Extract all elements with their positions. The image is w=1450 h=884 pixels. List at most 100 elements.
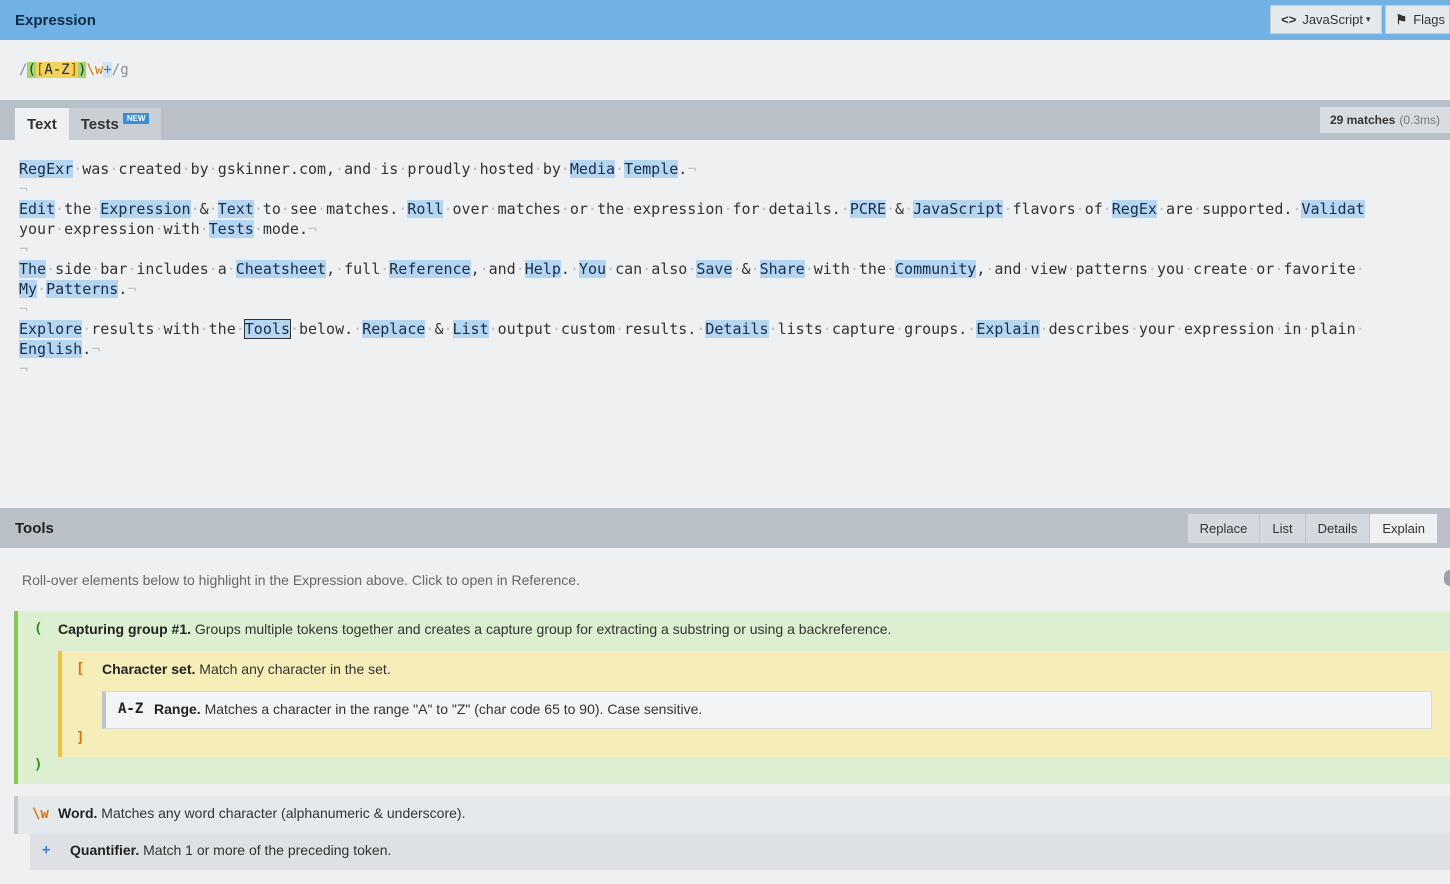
- space-marker: ·: [1129, 320, 1139, 338]
- match-highlight[interactable]: English: [19, 340, 83, 358]
- space-marker: ·: [37, 280, 47, 298]
- space-marker: ·: [1147, 260, 1157, 278]
- word-token[interactable]: \w: [86, 62, 103, 78]
- match-highlight[interactable]: Media: [569, 160, 616, 178]
- match-highlight[interactable]: Cheatsheet: [235, 260, 327, 278]
- text-segment: are: [1165, 200, 1194, 218]
- match-highlight[interactable]: The: [19, 260, 47, 278]
- line-end-marker: ¬: [91, 340, 101, 358]
- match-highlight[interactable]: Replace: [362, 320, 426, 338]
- group-token[interactable]: ([A-Z]): [27, 62, 87, 78]
- caret-down-icon: ▾: [1366, 14, 1371, 24]
- expression-input[interactable]: / ([A-Z]) \w + / g: [0, 40, 1450, 100]
- set-close-symbol: ]: [76, 730, 85, 746]
- explain-quantifier[interactable]: + Quantifier. Match 1 or more of the pre…: [30, 834, 1450, 870]
- space-marker: ·: [822, 320, 832, 338]
- match-highlight[interactable]: Tests: [208, 220, 254, 238]
- text-segment: below.: [298, 320, 354, 338]
- line-end-marker: ¬: [127, 280, 137, 298]
- space-marker: ·: [226, 260, 236, 278]
- match-highlight[interactable]: Text: [217, 200, 254, 218]
- set-close-token[interactable]: ]: [70, 62, 78, 78]
- match-highlight[interactable]: Patterns: [46, 280, 119, 298]
- tab-details[interactable]: Details: [1304, 513, 1370, 544]
- space-marker: ·: [750, 260, 760, 278]
- match-highlight[interactable]: List: [452, 320, 489, 338]
- range-token[interactable]: A-Z: [44, 62, 69, 78]
- text-segment: can: [615, 260, 643, 278]
- line-end-marker: ¬: [19, 180, 29, 198]
- match-highlight[interactable]: RegEx: [1111, 200, 1157, 218]
- scrollbar-thumb[interactable]: [1444, 570, 1450, 586]
- match-highlight[interactable]: Community: [895, 260, 977, 278]
- text-segment: expression: [633, 200, 724, 218]
- match-highlight[interactable]: Save: [696, 260, 733, 278]
- code-icon: <>: [1281, 12, 1297, 27]
- match-highlight[interactable]: Temple: [624, 160, 679, 178]
- space-marker: ·: [181, 160, 191, 178]
- match-highlight[interactable]: Reference: [389, 260, 471, 278]
- set-token[interactable]: [A-Z]: [35, 62, 79, 78]
- text-segment: output: [497, 320, 552, 338]
- space-marker: ·: [398, 160, 408, 178]
- explain-word[interactable]: \w Word. Matches any word character (alp…: [14, 796, 1450, 834]
- space-marker: ·: [55, 200, 65, 218]
- set-desc: Match any character in the set.: [199, 661, 391, 677]
- group-title: Capturing group #1.: [58, 621, 191, 637]
- text-segment: the: [208, 320, 236, 338]
- match-highlight[interactable]: JavaScript: [913, 200, 1004, 218]
- match-highlight[interactable]: Edit: [19, 200, 56, 218]
- tab-text[interactable]: Text: [15, 108, 69, 140]
- match-highlight[interactable]: Share: [759, 260, 805, 278]
- match-highlight[interactable]: Validat: [1301, 200, 1365, 218]
- text-segment: details.: [768, 200, 841, 218]
- text-segment: and: [994, 260, 1022, 278]
- text-line: The·side·bar·includes·a·Cheatsheet,·full…: [19, 259, 1450, 279]
- word-desc: Matches any word character (alphanumeric…: [101, 805, 466, 821]
- text-segment: matches.: [326, 200, 399, 218]
- space-marker: ·: [73, 160, 83, 178]
- space-marker: ·: [398, 200, 408, 218]
- tab-tests[interactable]: Tests NEW: [68, 108, 162, 140]
- test-text-area[interactable]: RegExr·was·created·by·gskinner.com,·and·…: [0, 140, 1450, 508]
- space-marker: ·: [253, 200, 263, 218]
- flavor-dropdown[interactable]: <> JavaScript ▾: [1270, 5, 1382, 34]
- word-description: Word. Matches any word character (alphan…: [58, 805, 465, 821]
- match-highlight[interactable]: Details: [705, 320, 769, 338]
- tab-explain[interactable]: Explain: [1369, 513, 1438, 544]
- match-highlight[interactable]: Expression: [100, 200, 191, 218]
- text-segment: capture: [831, 320, 896, 338]
- tab-list[interactable]: List: [1259, 513, 1305, 544]
- match-highlight[interactable]: Roll: [407, 200, 444, 218]
- explain-range[interactable]: A-Z Range. Matches a character in the ra…: [102, 691, 1432, 729]
- space-marker: ·: [895, 320, 905, 338]
- text-segment: your: [19, 220, 56, 238]
- match-highlight[interactable]: PCRE: [849, 200, 886, 218]
- flags-text[interactable]: g: [120, 62, 128, 78]
- space-marker: ·: [335, 260, 345, 278]
- text-segment: with: [163, 220, 200, 238]
- quantifier-token[interactable]: +: [103, 62, 112, 78]
- group-close-token[interactable]: ): [78, 62, 86, 78]
- match-highlight-selected[interactable]: Tools: [243, 319, 291, 339]
- space-marker: ·: [886, 260, 896, 278]
- match-highlight[interactable]: RegExr: [19, 160, 74, 178]
- space-marker: ·: [1355, 320, 1365, 338]
- text-segment: you: [1156, 260, 1185, 278]
- flags-button[interactable]: ⚑ Flags: [1384, 5, 1450, 34]
- text-segment: favorite: [1283, 260, 1356, 278]
- space-marker: ·: [1184, 260, 1194, 278]
- open-delimiter: /: [19, 62, 28, 78]
- match-highlight[interactable]: Help: [524, 260, 561, 278]
- space-marker: ·: [533, 160, 543, 178]
- text-segment: &: [741, 260, 751, 278]
- text-segment: the: [858, 260, 886, 278]
- text-segment: in: [1283, 320, 1302, 338]
- match-highlight[interactable]: Explain: [976, 320, 1040, 338]
- tab-replace[interactable]: Replace: [1186, 513, 1260, 544]
- space-marker: ·: [190, 200, 200, 218]
- match-highlight[interactable]: Explore: [19, 320, 83, 338]
- match-highlight[interactable]: You: [578, 260, 607, 278]
- group-open-token[interactable]: (: [27, 62, 35, 78]
- match-highlight[interactable]: My: [19, 280, 38, 298]
